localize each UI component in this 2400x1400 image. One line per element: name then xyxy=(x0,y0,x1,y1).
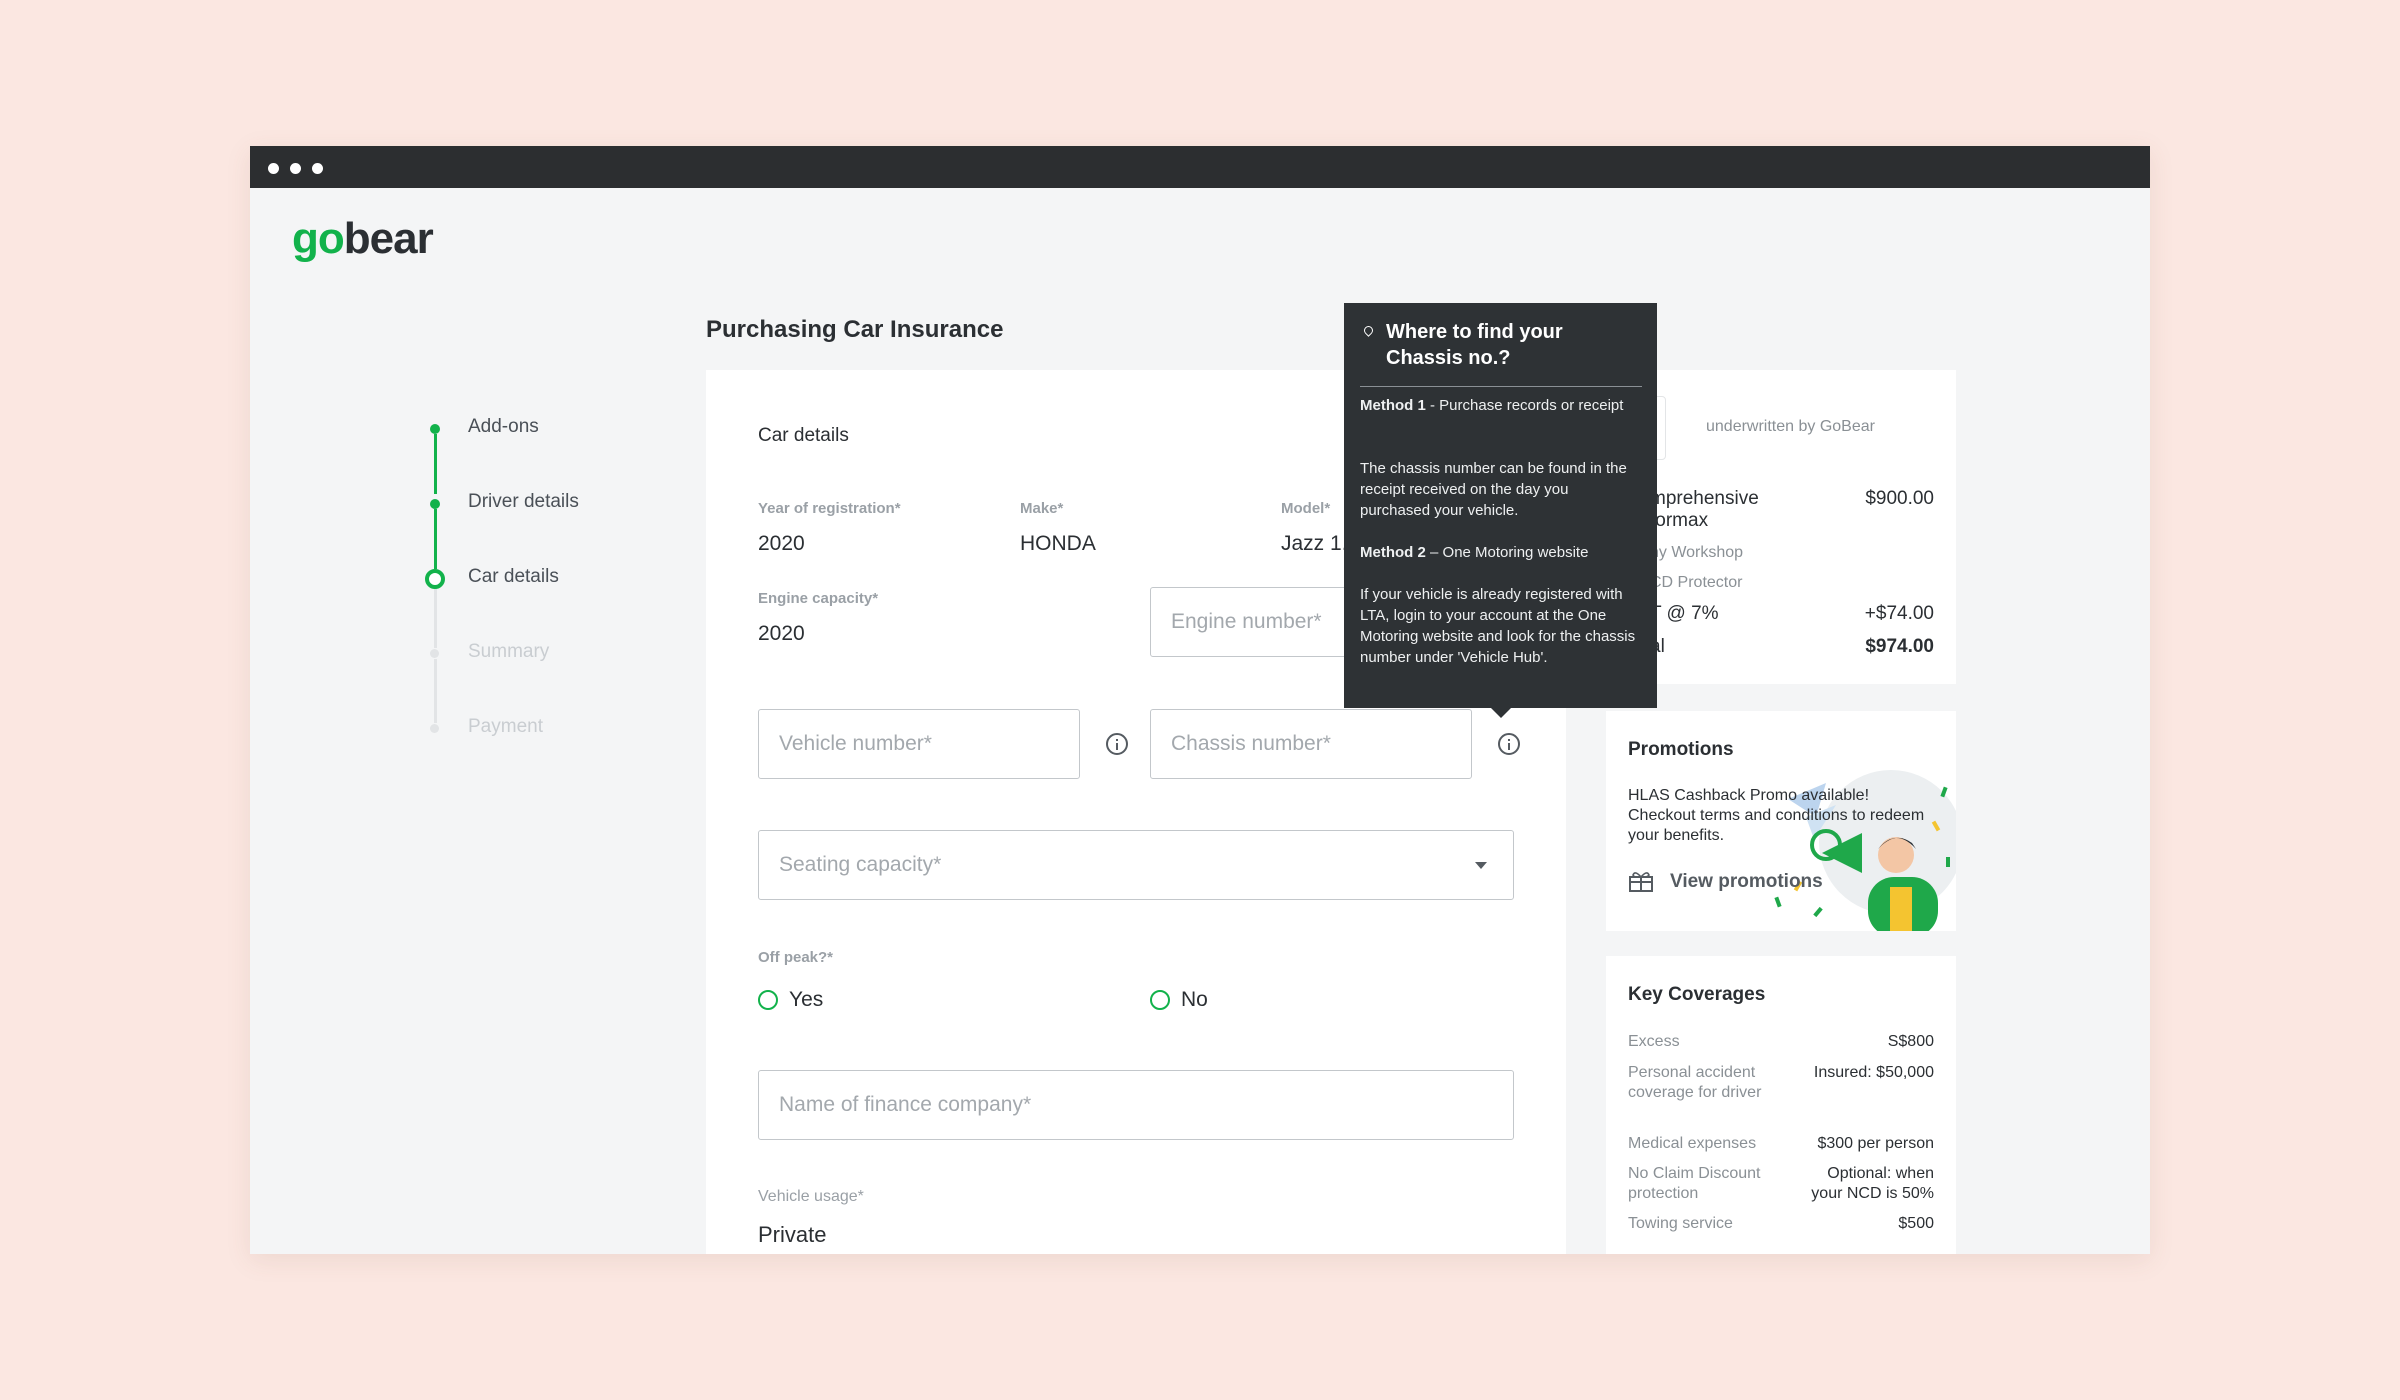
model-label: Model* xyxy=(1281,500,1331,517)
chassis-number-tooltip: Where to find your Chassis no.? Method 1… xyxy=(1344,303,1657,718)
tooltip-method2: Method 2 – One Motoring website xyxy=(1360,542,1642,563)
browser-window: gobear Add-ons Driver details Car detail… xyxy=(250,146,2150,1254)
plan-name-line2: tormax xyxy=(1650,510,1709,531)
gift-icon xyxy=(1629,872,1653,892)
step-pending-dot-icon xyxy=(430,649,439,658)
vehicle-usage-label: Vehicle usage* xyxy=(758,1188,864,1205)
input-placeholder: Name of finance company* xyxy=(779,1093,1032,1116)
select-placeholder: Seating capacity* xyxy=(779,853,942,876)
section-title: Car details xyxy=(758,425,849,446)
step-pending-dot-icon xyxy=(430,724,439,733)
engine-capacity-label: Engine capacity* xyxy=(758,590,879,607)
tooltip-method1: Method 1 - Purchase records or receipt xyxy=(1360,395,1642,416)
window-control-dot[interactable] xyxy=(268,163,279,174)
input-placeholder: Engine number* xyxy=(1171,610,1322,633)
step-label: Summary xyxy=(468,641,550,662)
model-value: Jazz 1. xyxy=(1281,532,1348,555)
off-peak-yes-radio[interactable] xyxy=(758,990,778,1010)
chevron-down-icon xyxy=(1475,862,1487,869)
page-title: Purchasing Car Insurance xyxy=(706,316,1004,343)
coverage-value: Insured: $50,000 xyxy=(1813,1064,1934,1081)
step-done-dot-icon xyxy=(430,424,440,434)
coverage-label: Medical expenses xyxy=(1628,1135,1757,1152)
method2-title: – One Motoring website xyxy=(1425,544,1589,561)
tooltip-method1-body: The chassis number can be found in the r… xyxy=(1360,460,1627,519)
window-control-dot[interactable] xyxy=(290,163,301,174)
input-placeholder: Chassis number* xyxy=(1171,732,1331,755)
window-titlebar xyxy=(250,146,2150,188)
radio-label: Yes xyxy=(789,988,824,1011)
off-peak-no-radio[interactable] xyxy=(1150,990,1170,1010)
window-control-dot[interactable] xyxy=(312,163,323,174)
coverage-label: No Claim Discount protection xyxy=(1628,1165,1761,1202)
plan-name-line1: mprehensive xyxy=(1650,488,1759,509)
promotions-title: Promotions xyxy=(1628,739,1734,760)
make-value: HONDA xyxy=(1020,532,1096,555)
info-icon[interactable] xyxy=(1106,733,1128,755)
stepper-connector xyxy=(434,434,437,494)
link-label: View promotions xyxy=(1670,871,1823,892)
tooltip-method2-body: If your vehicle is already registered wi… xyxy=(1360,586,1636,666)
gst-label: T @ 7% xyxy=(1650,603,1719,624)
coverage-value: $500 xyxy=(1898,1215,1934,1232)
coverage-label: Towing service xyxy=(1628,1215,1733,1232)
coverage-label: Excess xyxy=(1628,1033,1680,1050)
tooltip-divider xyxy=(1360,386,1642,387)
chassis-number-input[interactable]: Chassis number* xyxy=(1150,709,1472,779)
coverage-value: S$800 xyxy=(1887,1033,1934,1050)
coverages-title: Key Coverages xyxy=(1628,984,1766,1005)
step-label: Add-ons xyxy=(468,416,539,437)
year-label: Year of registration* xyxy=(758,500,901,517)
coverage-value: Optional: when your NCD is 50% xyxy=(1811,1165,1934,1202)
map-pin-icon xyxy=(1362,324,1375,337)
method2-heading: Method 2 xyxy=(1360,544,1426,561)
addon-item: CD Protector xyxy=(1650,574,1743,591)
key-coverages-card: Key Coverages Excess S$800 Personal acci… xyxy=(1606,956,1956,1254)
off-peak-label: Off peak?* xyxy=(758,949,834,966)
step-done-dot-icon xyxy=(430,499,440,509)
promotions-text: HLAS Cashback Promo available! Checkout … xyxy=(1628,787,1925,844)
promotions-card: Promotions HLAS Cashback Promo available… xyxy=(1606,711,1956,931)
stepper-connector xyxy=(434,584,437,648)
logo-bear-text: bear xyxy=(343,214,434,263)
make-label: Make* xyxy=(1020,500,1064,517)
price-summary-card: bear underwritten by GoBear mprehensive … xyxy=(1606,370,1956,684)
seating-capacity-select[interactable]: Seating capacity* xyxy=(758,830,1514,900)
radio-label: No xyxy=(1181,988,1208,1011)
vehicle-usage-value: Private xyxy=(758,1222,827,1247)
step-label: Car details xyxy=(468,566,559,587)
info-icon[interactable] xyxy=(1498,733,1520,755)
logo-go-text: go xyxy=(292,214,345,263)
gobear-logo[interactable]: gobear xyxy=(292,214,434,264)
tooltip-title: Where to find your Chassis no.? xyxy=(1386,321,1563,369)
underwritten-text: underwritten by GoBear xyxy=(1706,418,1875,435)
total-value: $974.00 xyxy=(1865,636,1934,657)
method1-heading: Method 1 xyxy=(1360,397,1426,414)
year-value: 2020 xyxy=(758,532,805,555)
step-label: Driver details xyxy=(468,491,579,512)
coverage-value: $300 per person xyxy=(1817,1135,1934,1152)
method1-title: - Purchase records or receipt xyxy=(1425,397,1624,414)
plan-price: $900.00 xyxy=(1865,488,1934,509)
step-label: Payment xyxy=(468,716,543,737)
gst-value: +$74.00 xyxy=(1864,603,1934,624)
stepper-connector xyxy=(434,509,437,569)
finance-company-input[interactable]: Name of finance company* xyxy=(758,1070,1514,1140)
input-placeholder: Vehicle number* xyxy=(779,732,932,755)
vehicle-number-input[interactable]: Vehicle number* xyxy=(758,709,1080,779)
addon-item: ny Workshop xyxy=(1650,544,1744,561)
step-current-ring-icon xyxy=(425,569,445,589)
engine-capacity-value: 2020 xyxy=(758,622,805,645)
coverage-label: Personal accident coverage for driver xyxy=(1628,1064,1762,1101)
stepper-connector xyxy=(434,659,437,723)
